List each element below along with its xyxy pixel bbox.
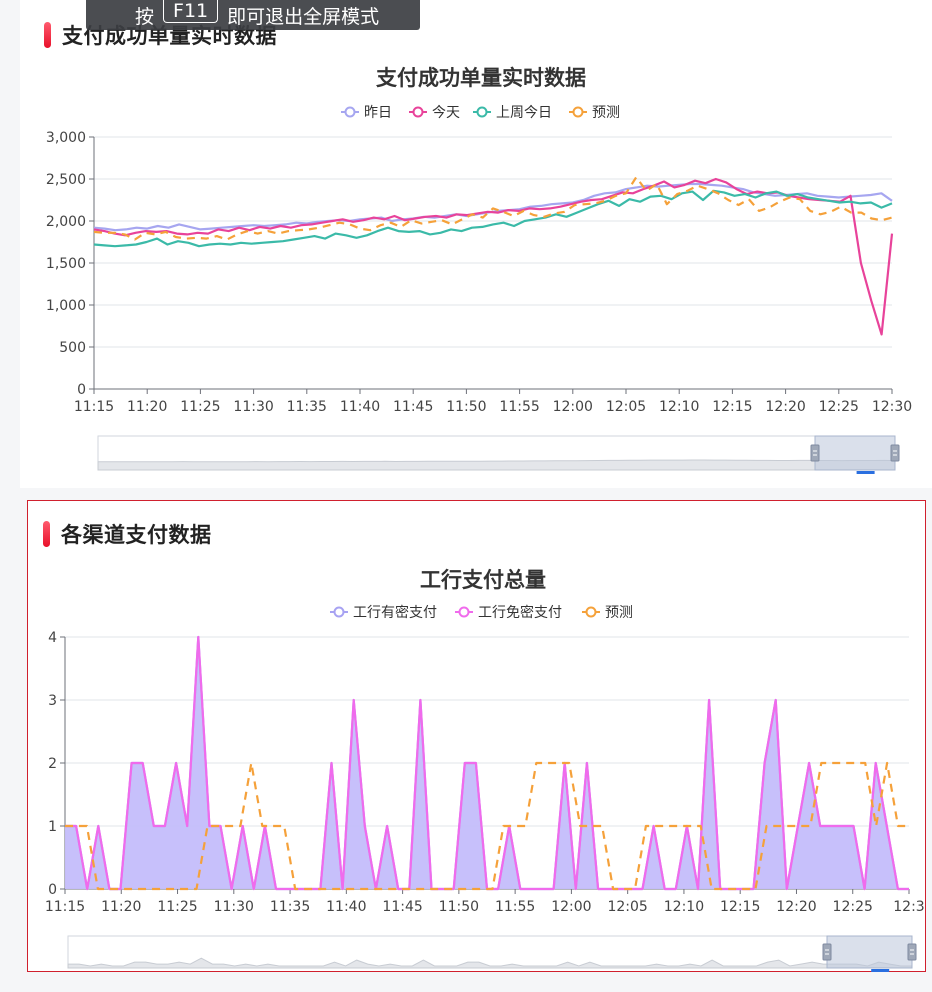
y-tick-label: 1,500 (46, 256, 86, 272)
x-tick-label: 11:15 (45, 899, 85, 915)
x-tick-label: 11:50 (439, 899, 479, 915)
legend-icon-circle (333, 606, 345, 618)
toast-key-f11: F11 (163, 0, 219, 23)
series-line (93, 177, 894, 336)
x-tick-label: 11:40 (340, 399, 380, 415)
zoom-selection (814, 435, 896, 471)
zoom-preview (97, 459, 896, 471)
legend-label: 工行有密支付 (353, 604, 437, 621)
x-tick-label: 11:55 (495, 899, 535, 915)
legend-label: 工行免密支付 (478, 604, 562, 621)
data-zoom-slider (67, 935, 917, 972)
x-tick-label: 12:3 (893, 899, 924, 915)
y-tick-label: 2,000 (46, 214, 86, 230)
x-tick-label: 12:00 (551, 899, 591, 915)
legend-icon-circle (344, 106, 356, 118)
y-tick-label: 3 (48, 693, 57, 709)
x-tick-label: 12:00 (553, 399, 593, 415)
x-tick-label: 11:55 (499, 399, 539, 415)
x-tick-label: 12:05 (606, 399, 646, 415)
x-tick-label: 12:20 (765, 399, 805, 415)
zoom-move-bar (856, 471, 875, 474)
fullscreen-exit-toast: 按 F11 即可退出全屏模式 (86, 0, 420, 30)
y-tick-label: 2 (48, 756, 57, 772)
toast-text-before: 按 (135, 5, 155, 28)
x-tick-label: 11:50 (446, 399, 486, 415)
x-tick-label: 12:30 (872, 399, 912, 415)
channel-payment-panel: 各渠道支付数据 工行支付总量 工行有密支付 工行免密支付 预测 0 1 2 3 4 11:15 11… (27, 500, 926, 972)
chart-legend: 工行有密支付 工行免密支付 预测 (330, 604, 633, 621)
x-tick-label: 11:25 (157, 899, 197, 915)
y-tick-label: 4 (48, 630, 57, 646)
legend-label: 预测 (592, 105, 620, 121)
x-tick-label: 12:25 (833, 899, 873, 915)
y-tick-label: 1,000 (46, 298, 86, 314)
legend-icon-circle (572, 106, 584, 118)
x-tick-label: 11:20 (101, 899, 141, 915)
y-tick-label: 0 (77, 382, 86, 398)
x-tick-label: 11:45 (393, 399, 433, 415)
series-line (93, 182, 893, 232)
legend-icon-circle (458, 606, 470, 618)
x-tick-label: 11:35 (287, 399, 327, 415)
legend-icon-circle (476, 106, 488, 118)
x-tick-label: 11:40 (326, 899, 366, 915)
icbc-payment-chart[interactable]: 工行支付总量工行有密支付 工行免密支付 预测 0 1 2 3 4 11:15 11:20 11:25… (28, 501, 927, 973)
y-tick-label: 3,000 (46, 130, 86, 146)
x-tick-label: 12:20 (776, 899, 816, 915)
x-tick-label: 12:10 (659, 399, 699, 415)
legend-label: 今天 (432, 105, 460, 121)
zoom-handle (890, 444, 900, 462)
x-tick-label: 11:35 (270, 899, 310, 915)
x-tick-label: 12:10 (664, 899, 704, 915)
toast-text-after: 即可退出全屏模式 (227, 5, 380, 28)
y-tick-label: 500 (59, 340, 86, 356)
y-tick-label: 2,500 (46, 172, 86, 188)
y-tick-label: 1 (48, 819, 57, 835)
x-tick-label: 12:15 (712, 399, 752, 415)
x-tick-label: 11:30 (214, 899, 254, 915)
x-tick-label: 11:30 (233, 399, 273, 415)
x-tick-label: 12:15 (720, 899, 760, 915)
plot-area (93, 176, 894, 336)
legend-icon-circle (412, 106, 424, 118)
x-tick-label: 11:45 (382, 899, 422, 915)
x-tick-label: 12:25 (819, 399, 859, 415)
zoom-selection (826, 935, 913, 969)
y-tick-label: 0 (48, 882, 57, 898)
legend-label: 上周今日 (496, 105, 552, 121)
x-tick-label: 11:20 (127, 399, 167, 415)
chart-legend: 昨日 今天 上周今日 预测 (341, 105, 620, 121)
chart-title: 支付成功单量实时数据 (376, 66, 586, 90)
x-tick-label: 11:15 (74, 399, 114, 415)
series-line (93, 189, 893, 248)
chart-title: 工行支付总量 (420, 568, 546, 592)
zoom-handle (810, 444, 820, 462)
legend-label: 昨日 (364, 105, 392, 121)
zoom-handle (822, 943, 832, 961)
zoom-move-bar (871, 969, 890, 972)
legend-icon-circle (585, 606, 597, 618)
legend-label: 预测 (605, 605, 633, 621)
x-tick-label: 11:25 (180, 399, 220, 415)
zoom-handle (907, 943, 917, 961)
x-tick-label: 12:05 (607, 899, 647, 915)
data-zoom-slider (97, 435, 900, 474)
realtime-orders-chart[interactable]: 支付成功单量实时数据昨日 今天 上周今日 预测 0 500 1,000 1,500 2,000 2… (20, 0, 932, 488)
realtime-orders-panel: 支付成功单量实时数据 支付成功单量实时数据昨日 今天 上周今日 预测 0 500 1,000… (20, 0, 932, 488)
